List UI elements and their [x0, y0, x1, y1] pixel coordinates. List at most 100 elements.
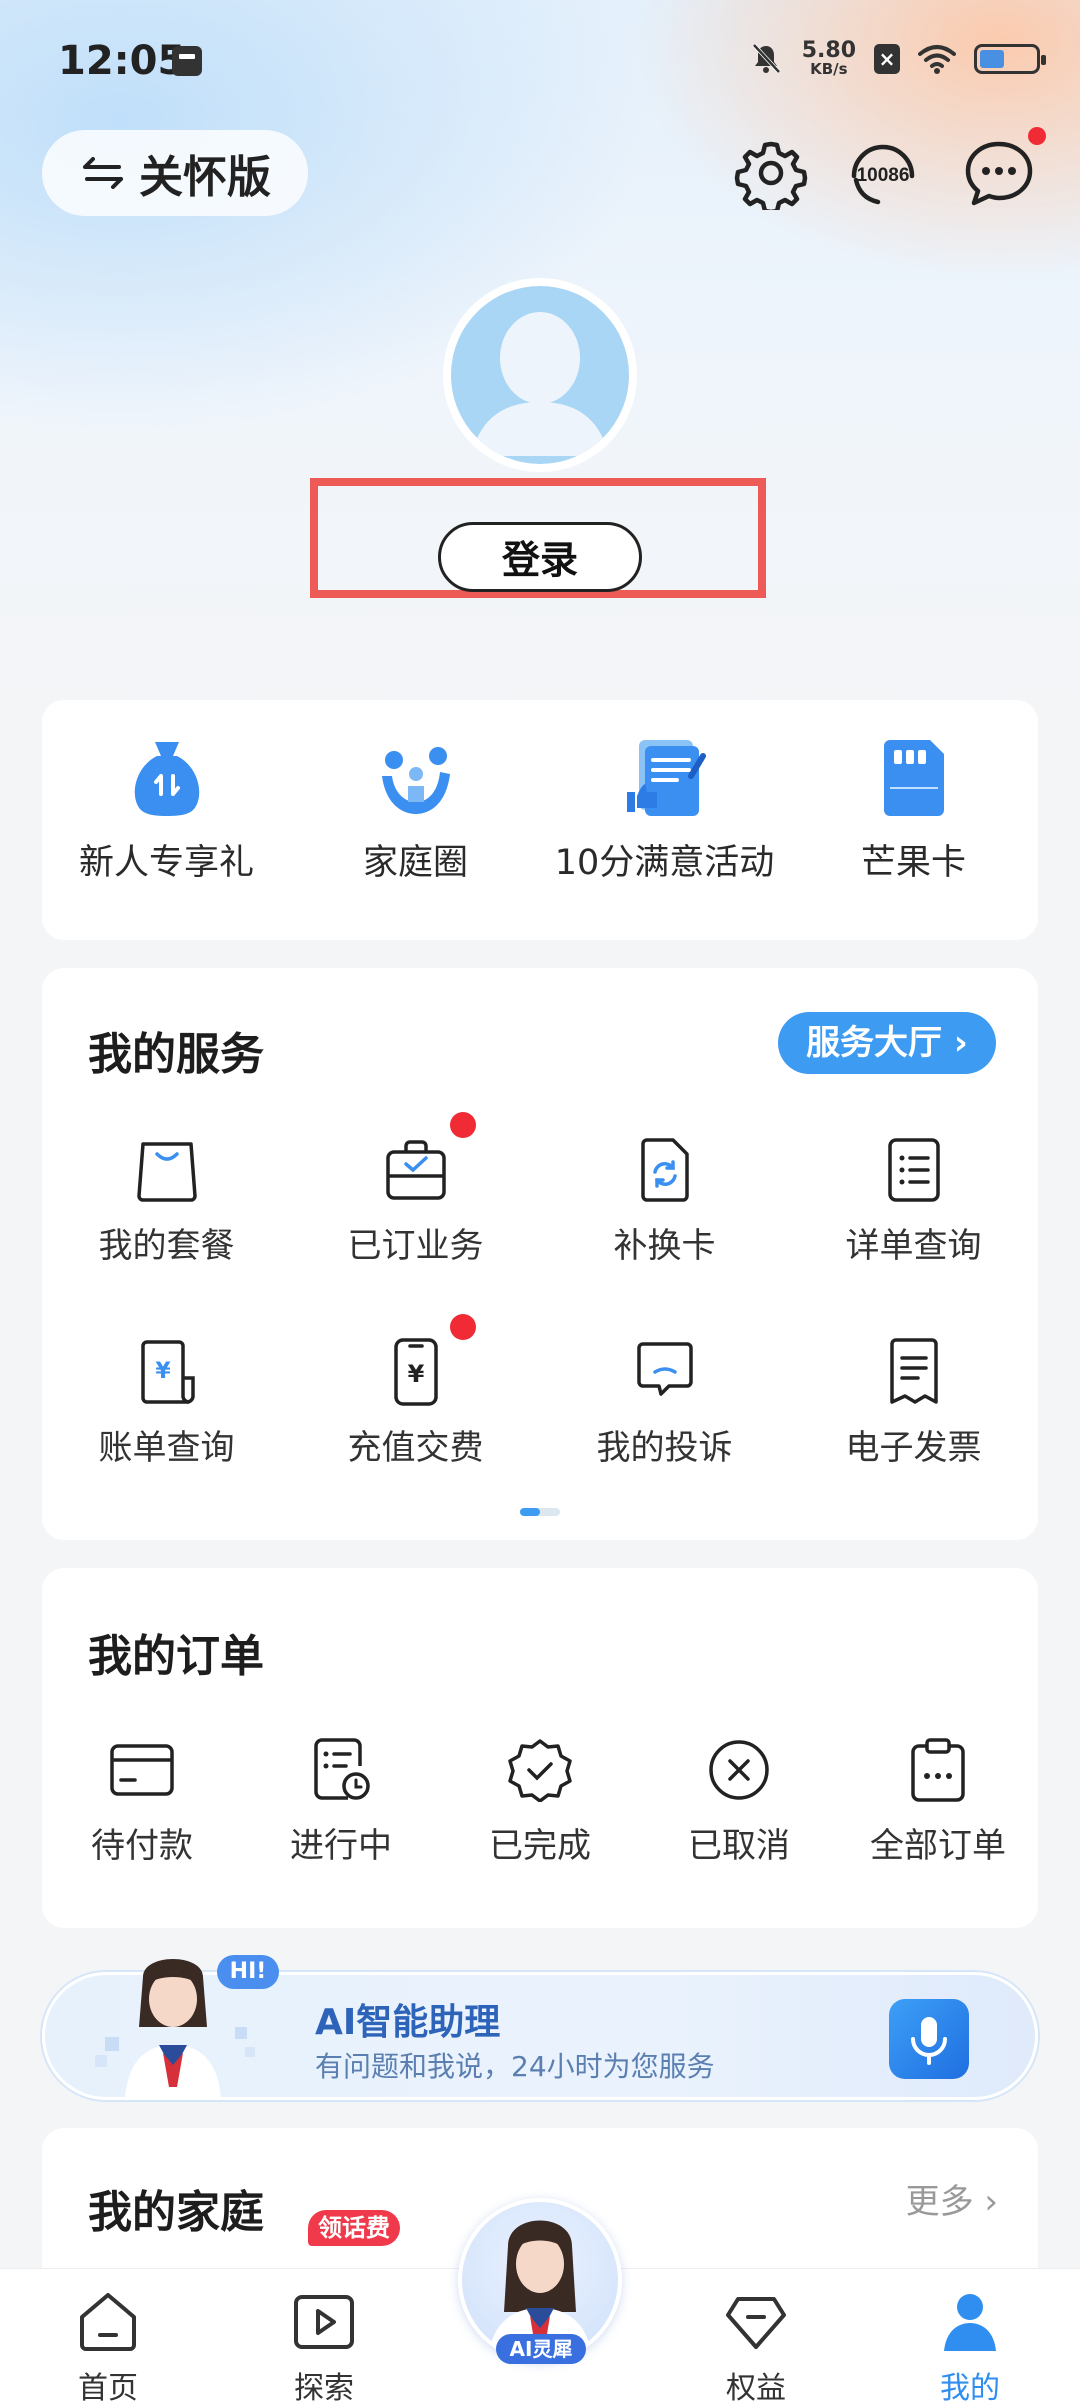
- in-progress-icon: [314, 1738, 370, 1800]
- profile-icon: [944, 2294, 996, 2351]
- mango-card-icon: [883, 740, 944, 816]
- service-label: 充值交费: [347, 1428, 484, 1468]
- tab-benefits[interactable]: 权益: [686, 2289, 826, 2407]
- tab-label: 我的: [940, 2371, 1000, 2406]
- status-bar: 12:05 5.80 KB/s ×: [0, 0, 1080, 120]
- service-label: 详单查询: [845, 1226, 982, 1266]
- order-label: 待付款: [91, 1826, 193, 1866]
- order-label: 已取消: [688, 1826, 790, 1866]
- quick-link-label: 家庭圈: [362, 843, 468, 883]
- explore-promo-badge: 领话费: [308, 2210, 400, 2246]
- recharge-notification-dot: [450, 1314, 476, 1340]
- service-sim-swap[interactable]: 补换卡: [540, 1136, 789, 1267]
- network-speed: 5.80 KB/s: [802, 40, 856, 77]
- svg-text:¥: ¥: [155, 1359, 171, 1384]
- invoice-icon: [889, 1338, 938, 1404]
- service-detail-query[interactable]: 详单查询: [789, 1136, 1038, 1267]
- order-label: 全部订单: [870, 1826, 1006, 1866]
- explore-icon: [294, 2295, 354, 2349]
- quick-link-satisfaction-activity[interactable]: 10分满意活动: [540, 736, 789, 885]
- service-complaint[interactable]: 我的投诉: [540, 1338, 789, 1469]
- service-hall-button[interactable]: 服务大厅 ›: [778, 1012, 996, 1074]
- service-recharge[interactable]: ¥ 充值交费: [291, 1338, 540, 1469]
- quick-link-mango-card[interactable]: 芒果卡: [789, 736, 1038, 885]
- tab-profile[interactable]: 我的: [900, 2289, 1040, 2407]
- ai-banner-title: AI智能助理: [315, 2002, 501, 2043]
- ai-hi-bubble: HI!: [217, 1955, 279, 1989]
- sim-status-icon: [172, 46, 202, 76]
- sim-swap-icon: [640, 1138, 689, 1202]
- login-button[interactable]: 登录: [438, 522, 642, 592]
- tab-label: 权益: [726, 2371, 786, 2406]
- all-orders-icon: [911, 1738, 965, 1802]
- order-in-progress[interactable]: 进行中: [241, 1738, 441, 1867]
- family-icon: [381, 747, 450, 814]
- complaint-icon: [636, 1342, 693, 1396]
- message-unread-dot: [1028, 127, 1046, 145]
- order-label: 进行中: [290, 1826, 392, 1866]
- family-title: 我的家庭: [88, 2187, 264, 2238]
- bill-icon: ¥: [140, 1340, 195, 1404]
- quick-link-family-circle[interactable]: 家庭圈: [291, 736, 540, 885]
- wifi-icon: [918, 44, 956, 74]
- service-label: 我的套餐: [98, 1226, 235, 1266]
- tab-home[interactable]: 首页: [38, 2289, 178, 2407]
- care-mode-button[interactable]: 关怀版: [42, 130, 308, 216]
- order-all[interactable]: 全部订单: [838, 1738, 1038, 1867]
- recharge-icon: ¥: [393, 1338, 438, 1406]
- speed-unit: KB/s: [810, 60, 848, 78]
- avatar-placeholder: [451, 286, 629, 464]
- shopping-bag-icon: [136, 1142, 197, 1202]
- service-subscribed[interactable]: 已订业务: [291, 1136, 540, 1267]
- service-my-plan[interactable]: 我的套餐: [42, 1136, 291, 1267]
- message-icon[interactable]: [962, 136, 1036, 210]
- mute-bell-icon: [752, 43, 781, 73]
- card-icon: [110, 1744, 174, 1796]
- microphone-icon: [911, 2017, 947, 2065]
- my-orders-card: 我的订单 待付款 进行中 已完成 已取消 全部订单: [42, 1568, 1038, 1928]
- service-label: 账单查询: [98, 1428, 235, 1468]
- tab-label: 首页: [78, 2371, 138, 2406]
- service-e-invoice[interactable]: 电子发票: [789, 1338, 1038, 1469]
- quick-link-newcomer-gift[interactable]: 新人专享礼: [42, 736, 291, 885]
- service-label: 已订业务: [347, 1226, 484, 1266]
- service-label: 电子发票: [845, 1428, 982, 1468]
- tab-explore[interactable]: 探索: [254, 2289, 394, 2407]
- home-icon: [80, 2293, 136, 2351]
- ai-assistant-banner[interactable]: HI! AI智能助理 有问题和我说，24小时为您服务: [42, 1955, 1038, 2100]
- speed-value: 5.80: [801, 38, 856, 63]
- subscribed-notification-dot: [450, 1112, 476, 1138]
- completed-icon: [508, 1739, 572, 1802]
- order-pending-payment[interactable]: 待付款: [42, 1738, 242, 1867]
- switch-arrows-icon: [83, 157, 123, 189]
- family-more-link[interactable]: 更多 ›: [906, 2174, 998, 2223]
- care-mode-label: 关怀版: [139, 152, 271, 203]
- quick-link-label: 新人专享礼: [78, 843, 254, 883]
- ai-center-tag: AI灵犀: [496, 2334, 586, 2364]
- tab-label: 探索: [294, 2371, 354, 2406]
- battery-icon: [974, 43, 1046, 74]
- svg-text:¥: ¥: [407, 1360, 424, 1388]
- ai-voice-button[interactable]: [889, 1999, 969, 2079]
- services-title: 我的服务: [88, 1029, 264, 1080]
- no-signal-icon: ×: [874, 43, 900, 74]
- hotline-10086-icon[interactable]: 10086: [846, 136, 920, 210]
- settings-gear-icon[interactable]: [734, 136, 808, 210]
- service-bill-query[interactable]: ¥ 账单查询: [42, 1338, 291, 1469]
- avatar[interactable]: [443, 278, 637, 472]
- hotline-number: 10086: [857, 165, 910, 186]
- quick-links-card: 新人专享礼 家庭圈 10分满意活动 芒果卡: [42, 700, 1038, 940]
- status-indicators: 5.80 KB/s ×: [748, 40, 1046, 77]
- my-services-card: 我的服务 服务大厅 › 我的套餐 已订业务 补换卡 详单查询 ¥ 账单查询 ¥ …: [42, 968, 1038, 1540]
- status-time: 12:05: [58, 38, 186, 84]
- default-user-icon: [471, 312, 609, 456]
- order-label: 已完成: [489, 1826, 591, 1866]
- service-label: 补换卡: [613, 1226, 716, 1266]
- services-page-indicator: [520, 1508, 560, 1516]
- order-completed[interactable]: 已完成: [440, 1738, 640, 1867]
- service-label: 我的投诉: [596, 1428, 733, 1468]
- subscribed-icon: [385, 1140, 446, 1200]
- order-cancelled[interactable]: 已取消: [639, 1738, 839, 1867]
- ai-banner-subtitle: 有问题和我说，24小时为您服务: [315, 2050, 715, 2083]
- detail-list-icon: [887, 1138, 940, 1202]
